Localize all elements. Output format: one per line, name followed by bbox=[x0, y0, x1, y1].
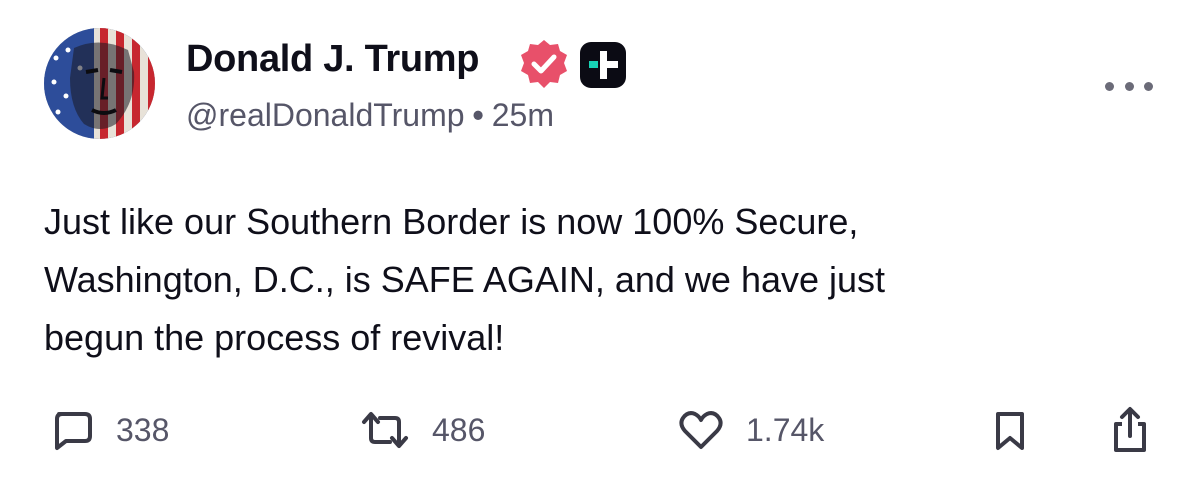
repost-arrows-icon bbox=[362, 412, 408, 448]
bookmark-icon bbox=[996, 412, 1024, 450]
like-count: 1.74k bbox=[746, 411, 825, 448]
verified-badge-icon bbox=[518, 38, 570, 90]
post-actions-bar: 338 486 1.74k bbox=[0, 400, 1200, 460]
post-timestamp[interactable]: 25m bbox=[492, 97, 554, 133]
meta-separator: • bbox=[472, 97, 484, 133]
more-dots-icon bbox=[1105, 81, 1114, 91]
reply-bubble-icon bbox=[55, 412, 92, 450]
bookmark-button[interactable] bbox=[992, 400, 1028, 460]
like-button[interactable]: 1.74k bbox=[678, 400, 824, 460]
avatar[interactable] bbox=[44, 28, 155, 139]
post-meta: @realDonaldTrump • 25m bbox=[186, 97, 554, 134]
truth-plus-icon bbox=[580, 42, 626, 88]
more-options-button[interactable] bbox=[1105, 76, 1153, 96]
repost-count: 486 bbox=[432, 411, 486, 448]
share-button[interactable] bbox=[1110, 400, 1150, 460]
reply-count: 338 bbox=[116, 411, 170, 448]
post-body-text: Just like our Southern Border is now 100… bbox=[44, 201, 886, 358]
post-card: Donald J. Trump @realDonaldTrump • 25m Jus… bbox=[0, 0, 1200, 481]
share-icon bbox=[1114, 407, 1146, 452]
repost-button[interactable]: 486 bbox=[360, 400, 485, 460]
author-handle[interactable]: @realDonaldTrump bbox=[186, 97, 465, 133]
author-name[interactable]: Donald J. Trump bbox=[186, 38, 480, 81]
reply-button[interactable]: 338 bbox=[50, 400, 169, 460]
heart-icon bbox=[679, 411, 723, 449]
